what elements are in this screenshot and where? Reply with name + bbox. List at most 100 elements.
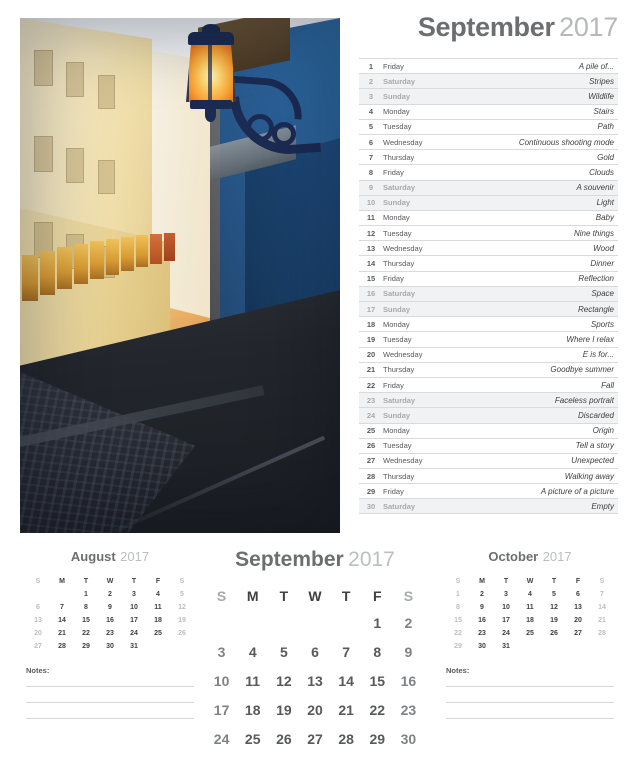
previous-month-date-cell[interactable]: 15 (74, 614, 98, 627)
day-entry-row[interactable]: 12 Tuesday Nine things (359, 225, 618, 240)
day-entry-row[interactable]: 2 Saturday Stripes (359, 73, 618, 89)
main-month-date-cell[interactable]: 19 (268, 695, 299, 724)
next-month-date-cell[interactable]: 26 (542, 627, 566, 640)
previous-month-date-cell[interactable]: 1 (74, 588, 98, 601)
previous-month-date-cell[interactable]: 14 (50, 614, 74, 627)
main-month-date-cell[interactable]: 6 (299, 637, 330, 666)
main-month-date-cell[interactable]: 8 (362, 637, 393, 666)
note-line[interactable] (26, 702, 194, 703)
next-month-date-cell[interactable]: 13 (566, 601, 590, 614)
previous-month-date-cell[interactable]: 2 (98, 588, 122, 601)
next-month-date-cell[interactable]: 1 (446, 588, 470, 601)
previous-month-date-cell[interactable]: 18 (146, 614, 170, 627)
main-month-date-cell[interactable]: 16 (393, 666, 424, 695)
day-entry-row[interactable]: 5 Tuesday Path (359, 118, 618, 134)
next-month-date-cell[interactable]: 29 (446, 640, 470, 653)
main-month-date-cell[interactable]: 11 (237, 666, 268, 695)
note-line[interactable] (446, 718, 614, 719)
previous-month-date-cell[interactable]: 24 (122, 627, 146, 640)
previous-month-date-cell[interactable]: 17 (122, 614, 146, 627)
next-month-date-cell[interactable]: 2 (470, 588, 494, 601)
main-month-date-cell[interactable]: 21 (331, 695, 362, 724)
previous-month-date-cell[interactable]: 29 (74, 640, 98, 653)
day-entry-row[interactable]: 14 Thursday Dinner (359, 255, 618, 270)
main-month-date-cell[interactable]: 26 (268, 724, 299, 753)
main-month-date-cell[interactable]: 20 (299, 695, 330, 724)
day-entry-row[interactable]: 30 Saturday Empty (359, 498, 618, 514)
next-month-date-cell[interactable]: 11 (518, 601, 542, 614)
next-month-date-cell[interactable]: 4 (518, 588, 542, 601)
previous-month-date-cell[interactable]: 31 (122, 640, 146, 653)
day-entry-row[interactable]: 18 Monday Sports (359, 316, 618, 331)
previous-month-date-cell[interactable]: 12 (170, 601, 194, 614)
day-entry-row[interactable]: 6 Wednesday Continuous shooting mode (359, 133, 618, 149)
next-month-date-cell[interactable]: 19 (542, 614, 566, 627)
main-month-date-cell[interactable]: 2 (393, 608, 424, 637)
next-month-date-cell[interactable]: 17 (494, 614, 518, 627)
day-entry-row[interactable]: 10 Sunday Light (359, 194, 618, 210)
previous-month-date-cell[interactable]: 13 (26, 614, 50, 627)
next-month-date-cell[interactable]: 31 (494, 640, 518, 653)
main-month-date-cell[interactable]: 3 (206, 637, 237, 666)
previous-month-date-cell[interactable]: 7 (50, 601, 74, 614)
main-month-date-cell[interactable]: 15 (362, 666, 393, 695)
day-entry-row[interactable]: 9 Saturday A souvenir (359, 179, 618, 195)
day-entry-row[interactable]: 16 Saturday Space (359, 285, 618, 301)
next-month-date-cell[interactable]: 27 (566, 627, 590, 640)
main-month-date-cell[interactable]: 5 (268, 637, 299, 666)
previous-month-date-cell[interactable]: 22 (74, 627, 98, 640)
day-entry-row[interactable]: 23 Saturday Faceless portrait (359, 392, 618, 408)
previous-month-date-cell[interactable]: 25 (146, 627, 170, 640)
main-month-date-cell[interactable]: 18 (237, 695, 268, 724)
note-line[interactable] (26, 686, 194, 687)
next-month-date-cell[interactable]: 12 (542, 601, 566, 614)
main-month-date-cell[interactable]: 29 (362, 724, 393, 753)
previous-month-date-cell[interactable]: 11 (146, 601, 170, 614)
previous-month-date-cell[interactable]: 3 (122, 588, 146, 601)
next-month-date-cell[interactable]: 22 (446, 627, 470, 640)
day-entry-row[interactable]: 26 Tuesday Tell a story (359, 437, 618, 453)
note-line[interactable] (26, 718, 194, 719)
day-entry-row[interactable]: 29 Friday A picture of a picture (359, 483, 618, 498)
main-month-date-cell[interactable]: 9 (393, 637, 424, 666)
next-month-date-cell[interactable]: 21 (590, 614, 614, 627)
main-month-date-cell[interactable]: 14 (331, 666, 362, 695)
note-line[interactable] (446, 702, 614, 703)
main-month-date-cell[interactable]: 27 (299, 724, 330, 753)
main-month-date-cell[interactable]: 17 (206, 695, 237, 724)
next-month-date-cell[interactable]: 20 (566, 614, 590, 627)
previous-month-date-cell[interactable]: 4 (146, 588, 170, 601)
main-month-date-cell[interactable]: 13 (299, 666, 330, 695)
next-month-date-cell[interactable]: 16 (470, 614, 494, 627)
day-entry-row[interactable]: 15 Friday Reflection (359, 270, 618, 286)
main-month-date-cell[interactable]: 30 (393, 724, 424, 753)
previous-month-date-cell[interactable]: 30 (98, 640, 122, 653)
main-month-date-cell[interactable]: 28 (331, 724, 362, 753)
day-entry-row[interactable]: 1 Friday A pile of... (359, 58, 618, 73)
day-entry-row[interactable]: 19 Tuesday Where I relax (359, 331, 618, 346)
previous-month-date-cell[interactable]: 21 (50, 627, 74, 640)
main-month-date-cell[interactable]: 25 (237, 724, 268, 753)
day-entry-row[interactable]: 20 Wednesday E is for... (359, 346, 618, 362)
next-month-date-cell[interactable]: 8 (446, 601, 470, 614)
previous-month-date-cell[interactable]: 23 (98, 627, 122, 640)
day-entry-row[interactable]: 25 Monday Origin (359, 422, 618, 438)
previous-month-date-cell[interactable]: 5 (170, 588, 194, 601)
main-month-date-cell[interactable]: 7 (331, 637, 362, 666)
day-entry-row[interactable]: 7 Thursday Gold (359, 149, 618, 164)
day-entry-row[interactable]: 28 Thursday Walking away (359, 468, 618, 483)
next-month-date-cell[interactable]: 23 (470, 627, 494, 640)
next-month-date-cell[interactable]: 25 (518, 627, 542, 640)
previous-month-date-cell[interactable]: 20 (26, 627, 50, 640)
next-month-date-cell[interactable]: 28 (590, 627, 614, 640)
next-month-date-cell[interactable]: 3 (494, 588, 518, 601)
day-entry-row[interactable]: 24 Sunday Discarded (359, 407, 618, 423)
next-month-date-cell[interactable]: 6 (566, 588, 590, 601)
next-month-date-cell[interactable]: 9 (470, 601, 494, 614)
main-month-date-cell[interactable]: 10 (206, 666, 237, 695)
day-entry-row[interactable]: 21 Thursday Goodbye summer (359, 361, 618, 377)
main-month-date-cell[interactable]: 1 (362, 608, 393, 637)
next-month-date-cell[interactable]: 7 (590, 588, 614, 601)
day-entry-row[interactable]: 17 Sunday Rectangle (359, 301, 618, 317)
previous-month-date-cell[interactable]: 8 (74, 601, 98, 614)
